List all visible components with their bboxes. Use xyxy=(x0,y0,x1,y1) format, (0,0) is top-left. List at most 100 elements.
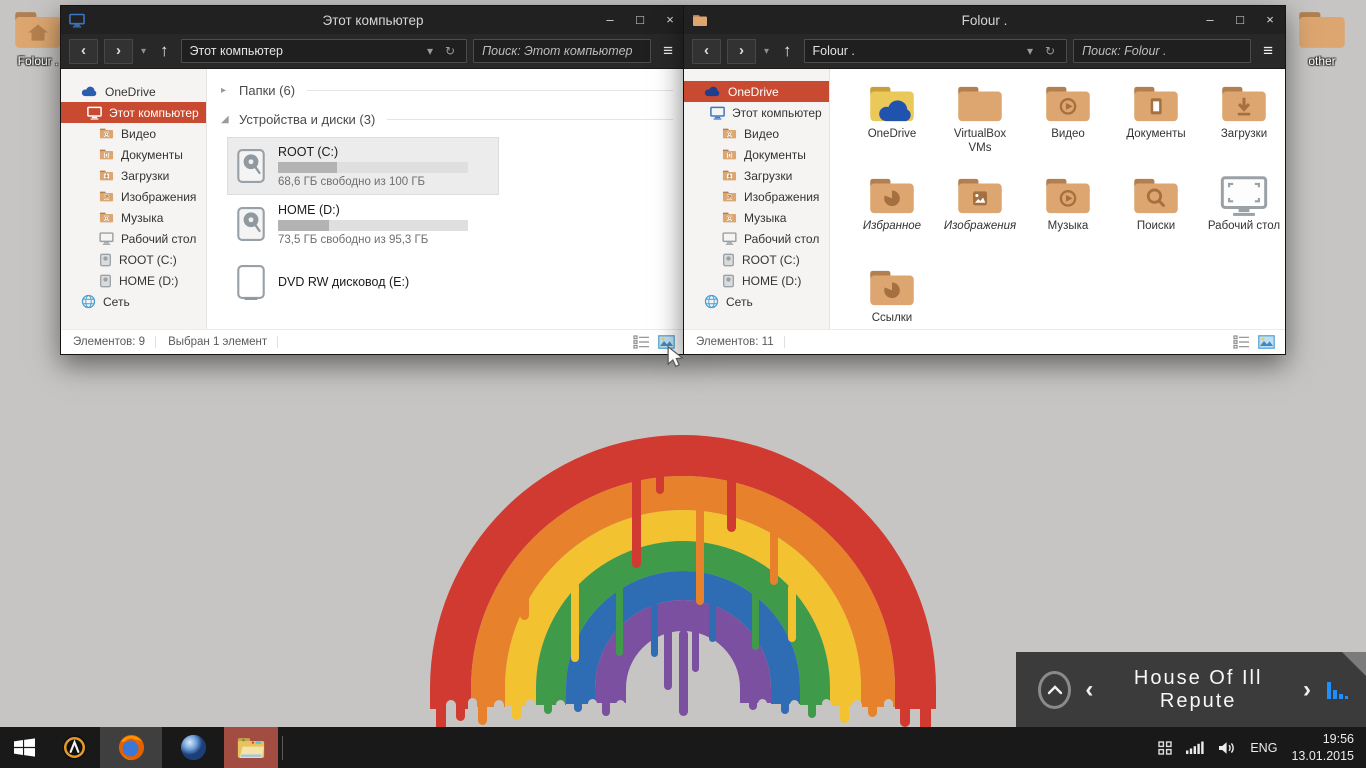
taskbar-item-explorer[interactable] xyxy=(224,727,278,768)
cloud-icon xyxy=(704,86,721,97)
maximize-button[interactable]: □ xyxy=(625,6,655,34)
menu-icon[interactable]: ≡ xyxy=(657,41,677,61)
titlebar[interactable]: Folour . – □ × xyxy=(684,6,1285,34)
titlebar[interactable]: Этот компьютер – □ × xyxy=(61,6,685,34)
up-button[interactable]: ↑ xyxy=(777,41,798,61)
collapsed-triangle-icon[interactable]: ▸ xyxy=(221,85,231,96)
expand-button[interactable] xyxy=(1038,671,1071,709)
close-button[interactable]: × xyxy=(655,6,685,34)
taskbar-separator xyxy=(282,736,283,760)
history-dropdown-icon[interactable]: ▾ xyxy=(139,46,148,57)
expanded-triangle-icon[interactable]: ◢ xyxy=(221,114,231,125)
sidebar-item-home-d[interactable]: HOME (D:) xyxy=(684,270,829,291)
refresh-icon[interactable]: ↻ xyxy=(442,44,458,58)
previous-track-button[interactable]: ‹ xyxy=(1071,678,1107,702)
back-button[interactable]: ‹ xyxy=(692,39,721,64)
computer-icon xyxy=(87,106,102,120)
minimize-button[interactable]: – xyxy=(1195,6,1225,34)
sidebar-item-network[interactable]: Сеть xyxy=(61,291,206,312)
widget-corner-fold xyxy=(1342,652,1366,676)
next-track-button[interactable]: › xyxy=(1289,678,1325,702)
computer-icon xyxy=(710,106,725,120)
taskbar-item-palemoon[interactable] xyxy=(162,727,224,768)
refresh-icon[interactable]: ↻ xyxy=(1042,44,1058,58)
volume-icon[interactable] xyxy=(1218,741,1236,755)
address-dropdown-icon[interactable]: ▾ xyxy=(1024,44,1036,58)
network-globe-icon xyxy=(704,294,719,309)
sidebar-item-this-pc[interactable]: Этот компьютер xyxy=(684,102,829,123)
file-item-downloads[interactable]: Загрузки xyxy=(1200,79,1285,171)
sidebar-item-music[interactable]: Музыка xyxy=(684,207,829,228)
forward-button[interactable]: › xyxy=(104,39,133,64)
sidebar-item-videos[interactable]: Видео xyxy=(684,123,829,144)
file-item-onedrive[interactable]: OneDrive xyxy=(848,79,936,171)
forward-button[interactable]: › xyxy=(727,39,756,64)
sidebar-item-pictures[interactable]: Изображения xyxy=(684,186,829,207)
up-button[interactable]: ↑ xyxy=(154,41,175,61)
file-item-music[interactable]: Музыка xyxy=(1024,171,1112,263)
chevron-up-icon xyxy=(1047,685,1063,695)
sidebar-item-root-c[interactable]: ROOT (C:) xyxy=(684,249,829,270)
sidebar-item-home-d[interactable]: HOME (D:) xyxy=(61,270,206,291)
details-view-icon[interactable] xyxy=(1233,335,1250,349)
minimize-button[interactable]: – xyxy=(595,6,625,34)
details-view-icon[interactable] xyxy=(633,335,650,349)
history-dropdown-icon[interactable]: ▾ xyxy=(762,46,771,57)
sidebar-item-downloads[interactable]: Загрузки xyxy=(684,165,829,186)
taskbar: ENG 19:56 13.01.2015 xyxy=(0,727,1366,768)
address-dropdown-icon[interactable]: ▾ xyxy=(424,44,436,58)
desktop-icon-label: other xyxy=(1290,54,1354,68)
drive-icon xyxy=(722,253,735,267)
folder-music-icon xyxy=(99,211,114,224)
address-bar[interactable]: Этот компьютер ▾ ↻ xyxy=(181,39,468,63)
language-indicator[interactable]: ENG xyxy=(1250,741,1277,755)
file-item-links[interactable]: Ссылки xyxy=(848,263,936,329)
search-input[interactable]: Поиск: Folour . xyxy=(1073,39,1251,63)
sidebar-item-root-c[interactable]: ROOT (C:) xyxy=(61,249,206,270)
hidden-icons-grid-icon[interactable] xyxy=(1158,741,1172,755)
sidebar-item-desktop[interactable]: Рабочий стол xyxy=(61,228,206,249)
network-signal-icon[interactable] xyxy=(1186,741,1204,754)
file-list-pane: OneDrive VirtualBox VMs Видео Документы … xyxy=(830,69,1285,329)
window-title: Этот компьютер xyxy=(61,13,685,28)
file-item-videos[interactable]: Видео xyxy=(1024,79,1112,171)
sidebar-item-documents[interactable]: Документы xyxy=(61,144,206,165)
equalizer-icon[interactable] xyxy=(1327,681,1348,699)
desktop-icon-other[interactable]: other xyxy=(1290,8,1354,68)
file-item-desktop[interactable]: Рабочий стол xyxy=(1200,171,1285,263)
sidebar-item-onedrive[interactable]: OneDrive xyxy=(684,81,829,102)
menu-icon[interactable]: ≡ xyxy=(1257,41,1277,61)
mouse-cursor xyxy=(666,346,686,368)
sidebar-item-network[interactable]: Сеть xyxy=(684,291,829,312)
drive-item-home-d[interactable]: HOME (D:) 73,5 ГБ свободно из 95,3 ГБ xyxy=(227,195,499,253)
group-devices[interactable]: ◢ Устройства и диски (3) xyxy=(221,112,685,127)
back-button[interactable]: ‹ xyxy=(69,39,98,64)
sidebar-item-pictures[interactable]: Изображения xyxy=(61,186,206,207)
sidebar-item-onedrive[interactable]: OneDrive xyxy=(61,81,206,102)
drive-item-dvd-e[interactable]: DVD RW дисковод (E:) xyxy=(227,253,499,311)
taskbar-item-firefox[interactable] xyxy=(100,727,162,768)
drive-item-root-c[interactable]: ROOT (C:) 68,6 ГБ свободно из 100 ГБ xyxy=(227,137,499,195)
sidebar-item-this-pc[interactable]: Этот компьютер xyxy=(61,102,206,123)
sidebar-item-music[interactable]: Музыка xyxy=(61,207,206,228)
file-item-virtualbox[interactable]: VirtualBox VMs xyxy=(936,79,1024,171)
start-button[interactable] xyxy=(0,727,48,768)
sidebar-item-downloads[interactable]: Загрузки xyxy=(61,165,206,186)
file-item-pictures[interactable]: Изображения xyxy=(936,171,1024,263)
maximize-button[interactable]: □ xyxy=(1225,6,1255,34)
group-folders[interactable]: ▸ Папки (6) xyxy=(221,83,685,98)
close-button[interactable]: × xyxy=(1255,6,1285,34)
folder-picture-icon xyxy=(99,190,114,203)
sidebar-item-documents[interactable]: Документы xyxy=(684,144,829,165)
taskbar-item-aimp[interactable] xyxy=(48,727,100,768)
search-input[interactable]: Поиск: Этот компьютер xyxy=(473,39,651,63)
clock[interactable]: 19:56 13.01.2015 xyxy=(1291,731,1354,765)
address-bar[interactable]: Folour . ▾ ↻ xyxy=(804,39,1068,63)
file-item-favorites[interactable]: Избранное xyxy=(848,171,936,263)
sidebar-item-videos[interactable]: Видео xyxy=(61,123,206,144)
sidebar-item-desktop[interactable]: Рабочий стол xyxy=(684,228,829,249)
file-item-documents[interactable]: Документы xyxy=(1112,79,1200,171)
file-item-searches[interactable]: Поиски xyxy=(1112,171,1200,263)
thumbnail-view-icon[interactable] xyxy=(1258,335,1275,349)
dvd-icon xyxy=(236,264,266,300)
